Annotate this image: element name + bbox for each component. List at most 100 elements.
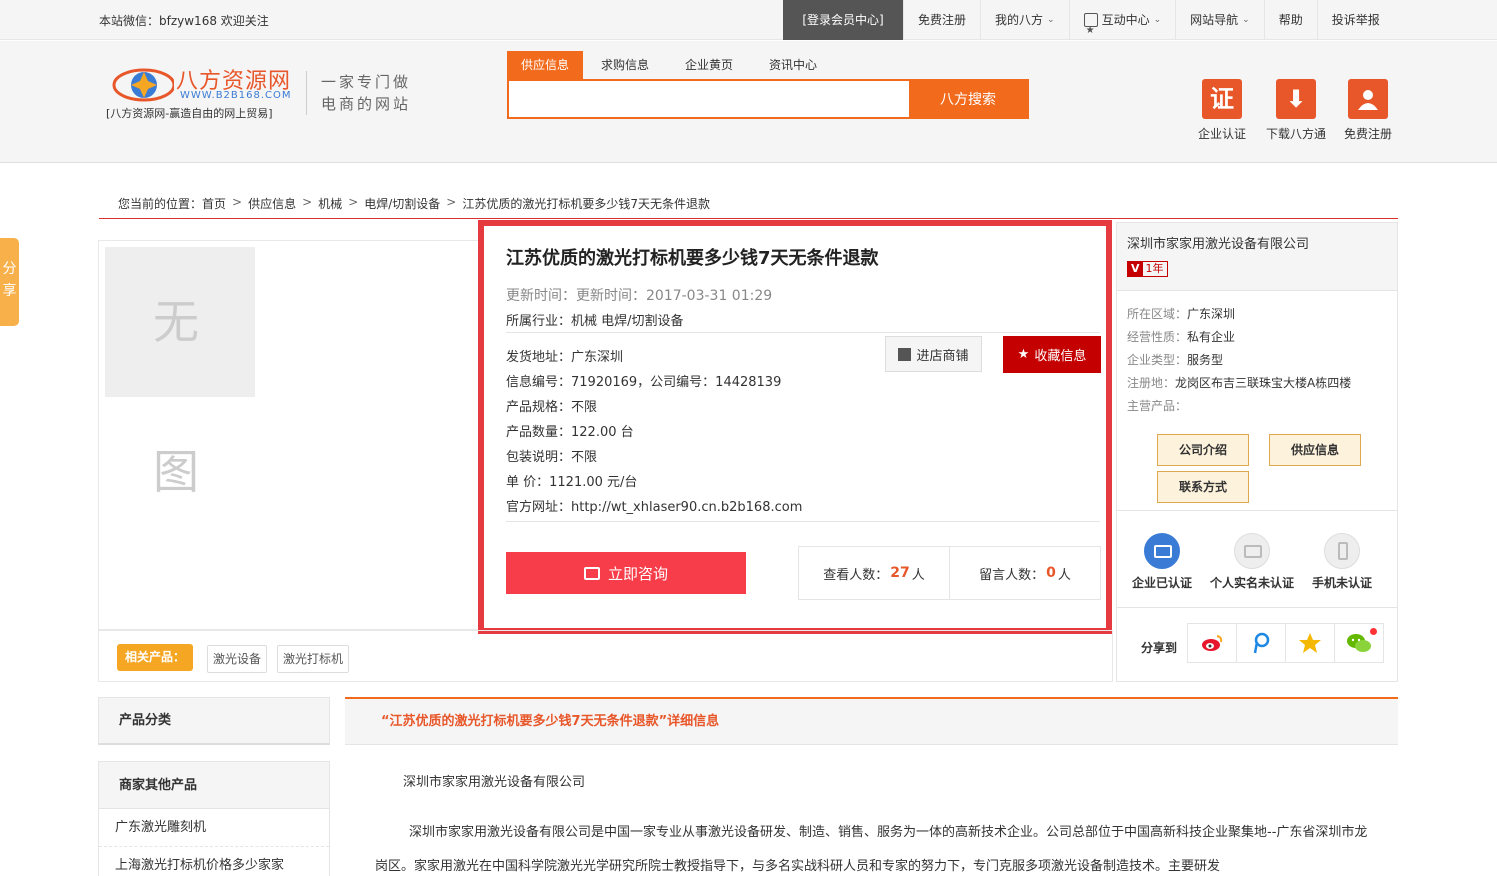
related-tag[interactable]: 激光打标机: [277, 645, 350, 673]
divider: [506, 521, 1100, 522]
detail-paragraph: 深圳市家家用激光设备有限公司是中国一家专业从事激光设备研发、制造、销售、服务为一…: [375, 825, 1368, 874]
star-icon: ★: [1017, 347, 1030, 362]
interaction-icon: [1083, 11, 1098, 51]
other-products-header: 商家其他产品: [99, 762, 329, 809]
tab-news[interactable]: 资讯中心: [751, 51, 835, 79]
top-nav: [登录会员中心] 免费注册 我的八方⌄ 互动中心⌄ 网站导航⌄ 帮助 投诉举报: [783, 0, 1394, 51]
membership-badge: V 1年: [1127, 261, 1168, 277]
field-website[interactable]: 官方网址：http://wt_xhlaser90.cn.b2b168.com: [506, 495, 802, 520]
search-area: 供应信息 求购信息 企业黄页 资讯中心 八方搜索: [507, 51, 1029, 119]
product-image-area: 无图: [98, 240, 478, 630]
company-intro-button[interactable]: 公司介绍: [1157, 434, 1249, 466]
field-info-id: 信息编号：71920169，公司编号：14428139: [506, 375, 782, 390]
user-icon: [1348, 79, 1388, 119]
company-info: 所在区域：广东深圳 经营性质：私有企业 企业类型：服务型 注册地：龙岗区布吉三联…: [1127, 307, 1352, 413]
shop-icon: [898, 347, 912, 361]
related-products: 相关产品： 激光设备 激光打标机: [98, 630, 1113, 682]
site-navigation-menu[interactable]: 网站导航 ⌄: [1175, 0, 1264, 40]
globe-logo-icon: [112, 68, 174, 102]
tab-yellow-pages[interactable]: 企业黄页: [667, 51, 751, 79]
enterprise-cert-icon: [1144, 533, 1180, 569]
cert-enterprise: 企业已认证: [1114, 533, 1210, 591]
phone-icon: [1324, 533, 1360, 569]
consult-now-button[interactable]: 立即咨询: [506, 552, 746, 594]
site-logo[interactable]: 八方资源网 WWW.B2B168.COM [八方资源网-赢造自由的网上贸易]: [106, 61, 296, 141]
enter-shop-button[interactable]: 进店商铺: [885, 336, 982, 372]
field-price: 单 价：1121.00 元/台: [506, 475, 638, 490]
divider: [1117, 510, 1397, 511]
field-spec: 产品规格：不限: [506, 400, 598, 415]
complaint-link[interactable]: 投诉举报: [1316, 0, 1394, 40]
share-label: 分享到: [1141, 641, 1178, 655]
favorite-button[interactable]: ★ 收藏信息: [1003, 336, 1101, 373]
product-category-header: 产品分类: [98, 697, 330, 745]
contact-button[interactable]: 联系方式: [1157, 471, 1249, 503]
list-item[interactable]: 广东激光雕刻机: [99, 809, 329, 847]
product-fields: 发货地址：广东深圳 信息编号：71920169，公司编号：14428139 产品…: [506, 345, 802, 520]
free-register-link[interactable]: 免费注册: [903, 0, 980, 40]
field-quantity: 产品数量：122.00 台: [506, 425, 634, 440]
site-header: 八方资源网 WWW.B2B168.COM [八方资源网-赢造自由的网上贸易] 一…: [0, 41, 1497, 163]
company-name[interactable]: 深圳市家家用激光设备有限公司: [1127, 233, 1309, 252]
related-tag[interactable]: 激光设备: [207, 645, 268, 673]
breadcrumb: 您当前的位置： 首页 > 供应信息 > 机械 > 电焊/切割设备 > 江苏优质的…: [118, 195, 710, 212]
breadcrumb-divider: [99, 218, 1398, 219]
industry: 所属行业：机械 电焊/切割设备: [506, 314, 684, 329]
site-slogan: 一家专门做 电商的网站: [306, 71, 411, 115]
field-ship-from: 发货地址：广东深圳: [506, 350, 624, 365]
quick-link-download[interactable]: ⬇ 下载八方通: [1256, 79, 1336, 142]
wechat-icon[interactable]: [1334, 624, 1383, 662]
breadcrumb-supply[interactable]: 供应信息: [248, 195, 296, 212]
list-item[interactable]: 上海激光打标机价格多少家家: [99, 847, 329, 876]
tencent-icon[interactable]: [1236, 624, 1285, 662]
product-detail-panel: 江苏优质的激光打标机要多少钱7天无条件退款 更新时间：更新时间：2017-03-…: [478, 220, 1112, 634]
search-box: 八方搜索: [507, 79, 1029, 119]
qzone-icon[interactable]: [1285, 624, 1334, 662]
detail-company-name: 深圳市家家用激光设备有限公司: [403, 775, 586, 790]
merchant-other-products: 商家其他产品 广东激光雕刻机 上海激光打标机价格多少家家: [98, 761, 330, 876]
divider: [506, 332, 1100, 333]
logo-motto: [八方资源网-赢造自由的网上贸易]: [106, 107, 273, 120]
product-title: 江苏优质的激光打标机要多少钱7天无条件退款: [506, 248, 879, 269]
notification-dot: [1370, 628, 1377, 635]
quick-link-certification[interactable]: 证 企业认证: [1182, 79, 1262, 142]
search-input[interactable]: [509, 81, 909, 117]
help-link[interactable]: 帮助: [1263, 0, 1317, 40]
logo-url: WWW.B2B168.COM: [180, 90, 292, 101]
views-count: 查看人数： 27 人: [823, 565, 925, 583]
chevron-down-icon: ⌄: [1242, 15, 1250, 25]
certificate-icon: 证: [1202, 79, 1242, 119]
my-bafang-menu[interactable]: 我的八方 ⌄: [980, 0, 1069, 40]
breadcrumb-home[interactable]: 首页: [202, 195, 226, 212]
messages-count: 留言人数： 0 人: [949, 547, 1100, 599]
tab-supply[interactable]: 供应信息: [507, 51, 584, 79]
supply-info-button[interactable]: 供应信息: [1269, 434, 1361, 466]
company-panel: 深圳市家家用激光设备有限公司 V 1年 所在区域：广东深圳 经营性质：私有企业 …: [1116, 222, 1398, 682]
weibo-icon[interactable]: [1188, 624, 1236, 662]
login-member-center-link[interactable]: [登录会员中心]: [783, 0, 903, 40]
id-card-icon: [1234, 533, 1270, 569]
detail-info-header: “江苏优质的激光打标机要多少钱7天无条件退款”详细信息: [345, 697, 1398, 745]
welcome-text: 本站微信：bfzyw168 欢迎关注: [99, 14, 269, 28]
share-side-tab[interactable]: 分 享: [0, 238, 19, 326]
cert-phone: 手机未认证: [1294, 533, 1390, 591]
download-icon: ⬇: [1276, 79, 1316, 119]
related-label: 相关产品：: [117, 644, 194, 671]
search-button[interactable]: 八方搜索: [909, 81, 1027, 117]
quick-link-register[interactable]: 免费注册: [1328, 79, 1408, 142]
chevron-down-icon: ⌄: [1153, 15, 1162, 25]
stats-box: 查看人数： 27 人 留言人数： 0 人: [798, 546, 1101, 600]
breadcrumb-prefix: 您当前的位置：: [118, 197, 203, 211]
cert-personal: 个人实名未认证: [1204, 533, 1300, 591]
divider: [1117, 607, 1397, 608]
update-time: 更新时间：更新时间：2017-03-31 01:29: [506, 288, 773, 304]
breadcrumb-welding[interactable]: 电焊/切割设备: [364, 195, 440, 212]
share-bar: 分享到: [1117, 623, 1397, 681]
breadcrumb-current[interactable]: 江苏优质的激光打标机要多少钱7天无条件退款: [462, 195, 710, 212]
breadcrumb-machinery[interactable]: 机械: [318, 195, 342, 212]
chevron-down-icon: ⌄: [1047, 15, 1055, 25]
interaction-center-menu[interactable]: 互动中心⌄: [1068, 0, 1176, 51]
field-packing: 包装说明：不限: [506, 450, 598, 465]
search-tabs: 供应信息 求购信息 企业黄页 资讯中心: [507, 51, 1029, 79]
tab-purchase[interactable]: 求购信息: [583, 51, 667, 79]
